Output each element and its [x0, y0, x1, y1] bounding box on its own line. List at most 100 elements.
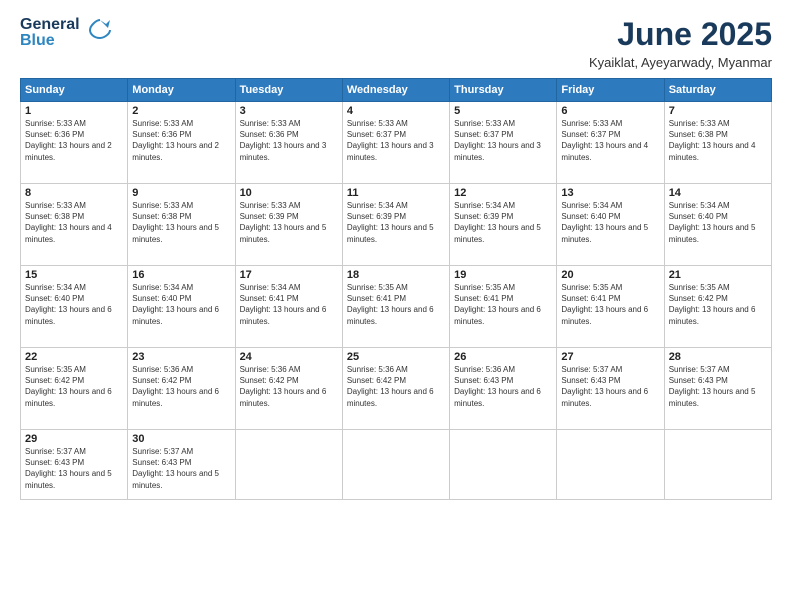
day-number: 3 — [240, 105, 338, 117]
calendar-cell — [450, 430, 557, 500]
day-number: 7 — [669, 105, 767, 117]
day-number: 13 — [561, 187, 659, 199]
calendar-cell: 19 Sunrise: 5:35 AM Sunset: 6:41 PM Dayl… — [450, 266, 557, 348]
weekday-header-sunday: Sunday — [21, 79, 128, 102]
day-number: 4 — [347, 105, 445, 117]
calendar-cell: 1 Sunrise: 5:33 AM Sunset: 6:36 PM Dayli… — [21, 102, 128, 184]
day-info: Sunrise: 5:37 AM Sunset: 6:43 PM Dayligh… — [25, 446, 123, 491]
calendar-cell: 28 Sunrise: 5:37 AM Sunset: 6:43 PM Dayl… — [664, 348, 771, 430]
day-info: Sunrise: 5:33 AM Sunset: 6:37 PM Dayligh… — [347, 118, 445, 163]
day-number: 26 — [454, 351, 552, 363]
day-number: 20 — [561, 269, 659, 281]
day-info: Sunrise: 5:34 AM Sunset: 6:40 PM Dayligh… — [669, 200, 767, 245]
calendar-cell: 24 Sunrise: 5:36 AM Sunset: 6:42 PM Dayl… — [235, 348, 342, 430]
page: General Blue June 2025 Kyaiklat, Ayeyarw… — [0, 0, 792, 612]
calendar-cell: 5 Sunrise: 5:33 AM Sunset: 6:37 PM Dayli… — [450, 102, 557, 184]
calendar-cell: 26 Sunrise: 5:36 AM Sunset: 6:43 PM Dayl… — [450, 348, 557, 430]
day-info: Sunrise: 5:34 AM Sunset: 6:41 PM Dayligh… — [240, 282, 338, 327]
day-number: 23 — [132, 351, 230, 363]
day-number: 22 — [25, 351, 123, 363]
day-number: 24 — [240, 351, 338, 363]
day-number: 2 — [132, 105, 230, 117]
day-info: Sunrise: 5:36 AM Sunset: 6:43 PM Dayligh… — [454, 364, 552, 409]
day-number: 21 — [669, 269, 767, 281]
day-number: 14 — [669, 187, 767, 199]
calendar-cell — [235, 430, 342, 500]
day-info: Sunrise: 5:35 AM Sunset: 6:42 PM Dayligh… — [25, 364, 123, 409]
logo-blue: Blue — [20, 33, 80, 49]
calendar-cell: 20 Sunrise: 5:35 AM Sunset: 6:41 PM Dayl… — [557, 266, 664, 348]
calendar-cell: 18 Sunrise: 5:35 AM Sunset: 6:41 PM Dayl… — [342, 266, 449, 348]
location: Kyaiklat, Ayeyarwady, Myanmar — [589, 55, 772, 70]
weekday-header-monday: Monday — [128, 79, 235, 102]
weekday-header-friday: Friday — [557, 79, 664, 102]
logo-bird-icon — [86, 16, 114, 50]
calendar-cell — [664, 430, 771, 500]
day-number: 17 — [240, 269, 338, 281]
calendar-cell: 27 Sunrise: 5:37 AM Sunset: 6:43 PM Dayl… — [557, 348, 664, 430]
day-number: 16 — [132, 269, 230, 281]
day-info: Sunrise: 5:33 AM Sunset: 6:38 PM Dayligh… — [669, 118, 767, 163]
day-info: Sunrise: 5:35 AM Sunset: 6:42 PM Dayligh… — [669, 282, 767, 327]
day-info: Sunrise: 5:35 AM Sunset: 6:41 PM Dayligh… — [454, 282, 552, 327]
day-number: 25 — [347, 351, 445, 363]
calendar-cell: 4 Sunrise: 5:33 AM Sunset: 6:37 PM Dayli… — [342, 102, 449, 184]
calendar-cell: 21 Sunrise: 5:35 AM Sunset: 6:42 PM Dayl… — [664, 266, 771, 348]
weekday-header-thursday: Thursday — [450, 79, 557, 102]
day-info: Sunrise: 5:33 AM Sunset: 6:38 PM Dayligh… — [25, 200, 123, 245]
day-number: 10 — [240, 187, 338, 199]
day-info: Sunrise: 5:33 AM Sunset: 6:37 PM Dayligh… — [561, 118, 659, 163]
day-info: Sunrise: 5:33 AM Sunset: 6:39 PM Dayligh… — [240, 200, 338, 245]
month-title: June 2025 — [589, 16, 772, 53]
day-info: Sunrise: 5:36 AM Sunset: 6:42 PM Dayligh… — [132, 364, 230, 409]
title-block: June 2025 Kyaiklat, Ayeyarwady, Myanmar — [589, 16, 772, 70]
logo-general: General — [20, 17, 80, 33]
day-number: 27 — [561, 351, 659, 363]
day-number: 6 — [561, 105, 659, 117]
day-number: 18 — [347, 269, 445, 281]
day-info: Sunrise: 5:35 AM Sunset: 6:41 PM Dayligh… — [561, 282, 659, 327]
calendar-cell — [557, 430, 664, 500]
day-info: Sunrise: 5:35 AM Sunset: 6:41 PM Dayligh… — [347, 282, 445, 327]
day-info: Sunrise: 5:37 AM Sunset: 6:43 PM Dayligh… — [561, 364, 659, 409]
calendar-cell: 29 Sunrise: 5:37 AM Sunset: 6:43 PM Dayl… — [21, 430, 128, 500]
calendar-cell: 13 Sunrise: 5:34 AM Sunset: 6:40 PM Dayl… — [557, 184, 664, 266]
weekday-header-tuesday: Tuesday — [235, 79, 342, 102]
calendar-cell: 11 Sunrise: 5:34 AM Sunset: 6:39 PM Dayl… — [342, 184, 449, 266]
logo: General Blue — [20, 16, 114, 50]
calendar-cell: 2 Sunrise: 5:33 AM Sunset: 6:36 PM Dayli… — [128, 102, 235, 184]
day-info: Sunrise: 5:34 AM Sunset: 6:40 PM Dayligh… — [25, 282, 123, 327]
day-number: 30 — [132, 433, 230, 445]
day-info: Sunrise: 5:33 AM Sunset: 6:36 PM Dayligh… — [25, 118, 123, 163]
day-info: Sunrise: 5:36 AM Sunset: 6:42 PM Dayligh… — [347, 364, 445, 409]
day-info: Sunrise: 5:33 AM Sunset: 6:36 PM Dayligh… — [132, 118, 230, 163]
day-info: Sunrise: 5:34 AM Sunset: 6:39 PM Dayligh… — [347, 200, 445, 245]
weekday-header-wednesday: Wednesday — [342, 79, 449, 102]
weekday-header-saturday: Saturday — [664, 79, 771, 102]
day-info: Sunrise: 5:37 AM Sunset: 6:43 PM Dayligh… — [669, 364, 767, 409]
calendar-cell: 17 Sunrise: 5:34 AM Sunset: 6:41 PM Dayl… — [235, 266, 342, 348]
day-number: 19 — [454, 269, 552, 281]
day-info: Sunrise: 5:33 AM Sunset: 6:37 PM Dayligh… — [454, 118, 552, 163]
calendar: SundayMondayTuesdayWednesdayThursdayFrid… — [20, 78, 772, 500]
day-info: Sunrise: 5:36 AM Sunset: 6:42 PM Dayligh… — [240, 364, 338, 409]
calendar-cell: 25 Sunrise: 5:36 AM Sunset: 6:42 PM Dayl… — [342, 348, 449, 430]
calendar-cell: 12 Sunrise: 5:34 AM Sunset: 6:39 PM Dayl… — [450, 184, 557, 266]
day-info: Sunrise: 5:33 AM Sunset: 6:38 PM Dayligh… — [132, 200, 230, 245]
calendar-cell: 10 Sunrise: 5:33 AM Sunset: 6:39 PM Dayl… — [235, 184, 342, 266]
day-info: Sunrise: 5:34 AM Sunset: 6:39 PM Dayligh… — [454, 200, 552, 245]
day-number: 12 — [454, 187, 552, 199]
calendar-cell: 15 Sunrise: 5:34 AM Sunset: 6:40 PM Dayl… — [21, 266, 128, 348]
calendar-cell: 22 Sunrise: 5:35 AM Sunset: 6:42 PM Dayl… — [21, 348, 128, 430]
calendar-cell: 3 Sunrise: 5:33 AM Sunset: 6:36 PM Dayli… — [235, 102, 342, 184]
calendar-cell: 6 Sunrise: 5:33 AM Sunset: 6:37 PM Dayli… — [557, 102, 664, 184]
calendar-cell: 14 Sunrise: 5:34 AM Sunset: 6:40 PM Dayl… — [664, 184, 771, 266]
calendar-cell: 23 Sunrise: 5:36 AM Sunset: 6:42 PM Dayl… — [128, 348, 235, 430]
calendar-cell: 9 Sunrise: 5:33 AM Sunset: 6:38 PM Dayli… — [128, 184, 235, 266]
day-number: 1 — [25, 105, 123, 117]
calendar-cell: 30 Sunrise: 5:37 AM Sunset: 6:43 PM Dayl… — [128, 430, 235, 500]
day-number: 29 — [25, 433, 123, 445]
day-number: 11 — [347, 187, 445, 199]
calendar-cell — [342, 430, 449, 500]
day-info: Sunrise: 5:34 AM Sunset: 6:40 PM Dayligh… — [561, 200, 659, 245]
